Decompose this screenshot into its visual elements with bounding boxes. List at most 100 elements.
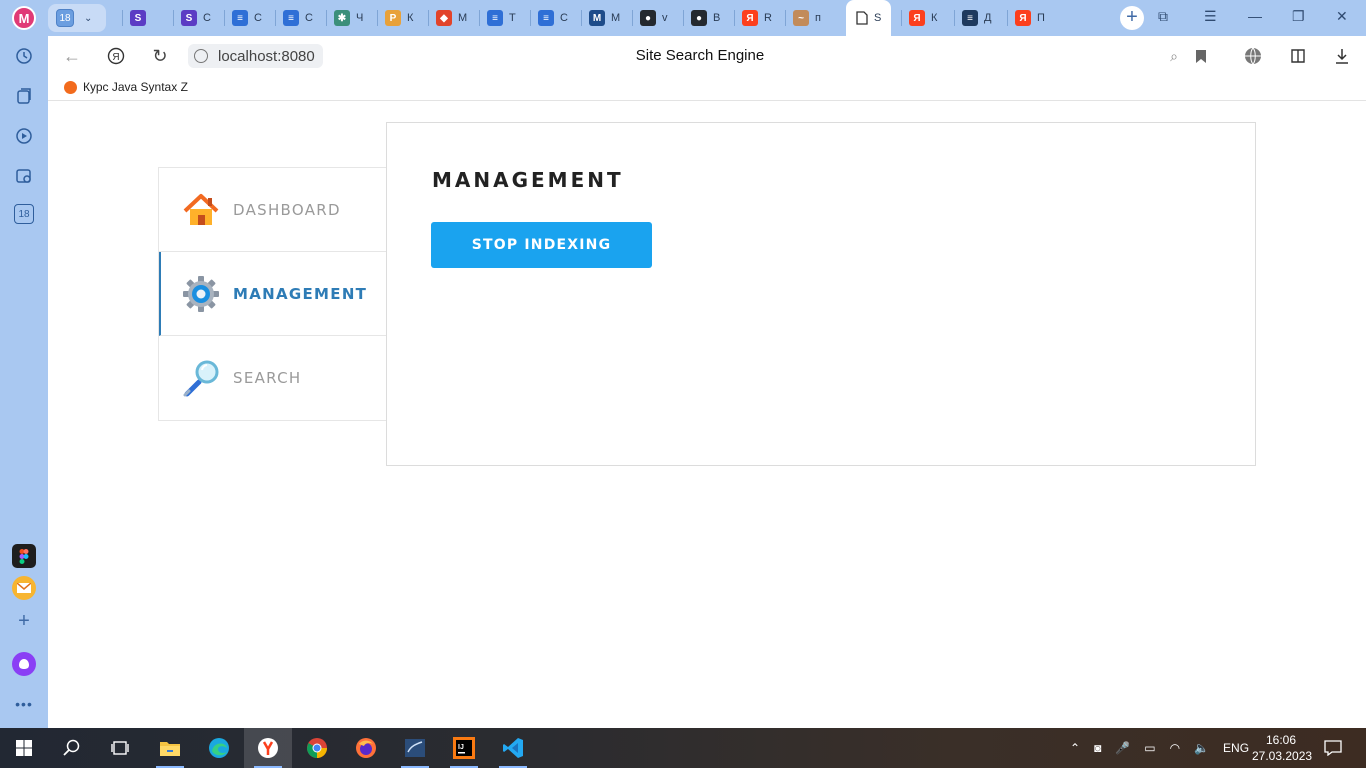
profile-avatar[interactable]: M (12, 6, 36, 30)
tab-separator (377, 10, 378, 26)
tab[interactable]: ✱ Ч (334, 5, 363, 31)
figma-icon[interactable] (12, 544, 36, 568)
tab[interactable]: ≡ С (538, 5, 568, 31)
edge-icon[interactable] (195, 728, 243, 768)
tab-label: Д (984, 12, 992, 24)
tab-separator (224, 10, 225, 26)
management-panel: MANAGEMENT STOP INDEXING (386, 122, 1256, 466)
stop-indexing-button[interactable]: STOP INDEXING (431, 222, 652, 268)
wifi-icon[interactable]: ◠ (1170, 741, 1180, 755)
minimize-icon[interactable]: — (1248, 8, 1262, 24)
magnifier-icon (183, 360, 219, 397)
address-toolbar: ← Я ↻ localhost:8080 Site Search Engine … (48, 36, 1366, 76)
nav-label: MANAGEMENT (233, 284, 368, 303)
history-icon[interactable] (12, 44, 36, 68)
tab-label: С (254, 12, 262, 24)
chrome-icon[interactable] (293, 728, 341, 768)
microphone-icon[interactable]: 🎤 (1115, 741, 1130, 755)
task-view-icon[interactable] (96, 728, 144, 768)
translate-globe-icon[interactable] (1243, 46, 1263, 66)
bookmark-item[interactable]: Курс Java Syntax Z (64, 80, 188, 94)
search-icon[interactable] (48, 728, 96, 768)
intellij-icon[interactable]: IJ (440, 728, 488, 768)
webcam-icon[interactable]: ◙ (1094, 741, 1101, 755)
tab-label: П (1037, 12, 1045, 24)
tabs-overview-icon[interactable]: ⧉ (1158, 8, 1168, 25)
screenshot-icon[interactable] (12, 164, 36, 188)
tab-separator (901, 10, 902, 26)
calendar-badge[interactable]: 18 (14, 204, 34, 224)
video-icon[interactable] (12, 124, 36, 148)
bookmark-icon[interactable] (1191, 46, 1211, 66)
tab-favicon-icon: S (130, 10, 146, 26)
document-icon (856, 11, 868, 25)
zoom-icon[interactable]: ⌕ (1164, 46, 1184, 66)
tab[interactable]: ≡ С (232, 5, 262, 31)
tab[interactable]: ≡ С (283, 5, 313, 31)
battery-icon[interactable]: ▭ (1144, 741, 1155, 755)
tab[interactable]: ЯК (909, 5, 937, 31)
nav-item-dashboard[interactable]: DASHBOARD (159, 168, 386, 252)
tab-favicon-icon: ≡ (232, 10, 248, 26)
ssms-icon[interactable] (391, 728, 439, 768)
tab[interactable]: ◆ М (436, 5, 467, 31)
language-indicator[interactable]: ENG (1223, 741, 1249, 755)
new-tab-button[interactable]: + (1120, 6, 1144, 30)
tab[interactable]: ≡ Т (487, 5, 516, 31)
tab[interactable]: SС (181, 5, 211, 31)
tab-favicon-icon: ≡ (487, 10, 503, 26)
start-button[interactable] (0, 728, 48, 768)
extensions-icon[interactable] (1288, 46, 1308, 66)
chevron-up-icon[interactable]: ⌃ (1070, 741, 1080, 755)
volume-icon[interactable]: 🔈 (1194, 741, 1209, 755)
tab-label: п (815, 12, 821, 24)
clock[interactable]: 16:06 27.03.2023 (1252, 732, 1312, 764)
tab[interactable]: ~ п (793, 5, 821, 31)
tab-label: v (662, 12, 668, 24)
tab-separator (1007, 10, 1008, 26)
tab[interactable]: ≡ Д (962, 5, 991, 31)
tab-label: М (458, 12, 468, 24)
collections-icon[interactable] (12, 84, 36, 108)
tab-favicon-icon: M (589, 10, 605, 26)
tab-separator (632, 10, 633, 26)
group-count-badge: 18 (56, 9, 74, 27)
restore-icon[interactable]: ❐ (1292, 8, 1305, 25)
tab-separator (122, 10, 123, 26)
tab[interactable]: ЯR (742, 5, 772, 31)
tab[interactable]: PК (385, 5, 413, 31)
tab[interactable]: ● v (640, 5, 668, 31)
browser-sidebar: M 18 + ••• (0, 0, 48, 728)
mail-icon[interactable] (12, 576, 36, 600)
chevron-down-icon[interactable]: ⌄ (84, 13, 92, 24)
nav-item-search[interactable]: SEARCH (159, 336, 386, 420)
downloads-icon[interactable] (1332, 46, 1352, 66)
add-panel-icon[interactable]: + (12, 609, 36, 633)
tab[interactable]: S (130, 5, 152, 31)
tab-separator (683, 10, 684, 26)
tab-favicon-icon: P (385, 10, 401, 26)
more-icon[interactable]: ••• (12, 692, 36, 716)
house-icon (183, 193, 219, 225)
menu-icon[interactable]: ☰ (1204, 8, 1217, 25)
vscode-icon[interactable] (489, 728, 537, 768)
tab-active[interactable]: S (846, 0, 892, 36)
nav-item-management[interactable]: MANAGEMENT (159, 252, 386, 336)
section-title: MANAGEMENT (432, 168, 624, 192)
file-explorer-icon[interactable] (146, 728, 194, 768)
close-icon[interactable]: ✕ (1336, 8, 1348, 25)
tab-favicon-icon: Я (909, 10, 925, 26)
nav-label: DASHBOARD (233, 200, 341, 219)
web-page: DASHBOARD MANAGEMENT SEARCH MANAGEMENT S… (48, 101, 1366, 728)
tab[interactable]: ● B (691, 5, 720, 31)
tab-separator (734, 10, 735, 26)
tab-label: S (874, 12, 882, 24)
tab[interactable]: ЯП (1015, 5, 1045, 31)
firefox-icon[interactable] (342, 728, 390, 768)
yandex-browser-icon[interactable] (244, 728, 292, 768)
notifications-icon[interactable] (1324, 728, 1342, 768)
tab[interactable]: MМ (589, 5, 620, 31)
alice-assistant-icon[interactable] (12, 652, 36, 676)
tab-favicon-icon: ≡ (538, 10, 554, 26)
tab-group-pinned[interactable]: 18 ⌄ (48, 4, 106, 32)
